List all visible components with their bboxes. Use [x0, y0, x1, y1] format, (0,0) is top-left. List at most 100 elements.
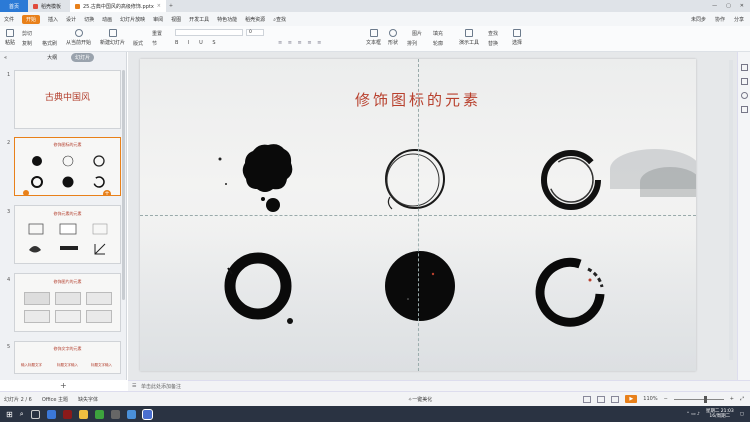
collapse-panel-icon[interactable]: « [4, 55, 7, 61]
slide-thumbnail-5[interactable]: 修饰文字的元素 输入标题文字 标题文字输入 标题文字输入 [14, 341, 121, 374]
ink-dry-ring-icon[interactable] [535, 257, 605, 327]
wechat-icon[interactable] [94, 409, 104, 419]
paragraph-group[interactable]: ≡ ≡ ≡ ≡ ≡ [278, 40, 323, 46]
clock[interactable]: 星期二 21:03 16/周期二 [706, 409, 734, 419]
menu-developer[interactable]: 开发工具 [189, 16, 209, 23]
close-window-icon[interactable]: ✕ [740, 3, 744, 9]
ink-thin-ring-icon[interactable] [385, 149, 445, 210]
tab-document[interactable]: 25.古典中国风的高级修饰.pptx × [70, 0, 166, 12]
windows-start-icon[interactable]: ⊞ [6, 410, 13, 419]
font-name-input[interactable] [175, 29, 243, 36]
collaborate-button[interactable]: 协作 [715, 16, 725, 23]
normal-view-icon[interactable] [583, 395, 592, 403]
zoom-out-icon[interactable]: − [664, 396, 668, 402]
layout-button[interactable]: 版式 [133, 40, 143, 47]
close-icon[interactable]: × [157, 3, 161, 9]
notes-area[interactable]: ☰ 单击此处添加备注 [128, 380, 750, 391]
menu-slideshow[interactable]: 幻灯片放映 [120, 16, 145, 23]
slideshow-play-icon[interactable]: ▶ [625, 395, 638, 403]
menu-design[interactable]: 设计 [66, 16, 76, 23]
find-button[interactable]: 查找 [488, 30, 498, 37]
share-button[interactable]: 分享 [734, 16, 744, 23]
app-icon[interactable] [126, 409, 136, 419]
notification-icon[interactable]: ▢ [740, 412, 744, 417]
menu-insert[interactable]: 插入 [48, 16, 58, 23]
shapes-button[interactable]: 形状 [388, 29, 398, 46]
fill-button[interactable]: 填充 [433, 30, 443, 37]
format-painter-button[interactable]: 格式刷 [42, 40, 57, 47]
sorter-view-icon[interactable] [597, 395, 606, 403]
replace-button[interactable]: 替换 [488, 40, 498, 47]
menu-resources[interactable]: 稻壳资源 [245, 16, 265, 23]
menu-view[interactable]: 视图 [171, 16, 181, 23]
select-button[interactable]: 选择 [512, 29, 522, 46]
tab-home[interactable]: 首页 [0, 0, 28, 12]
tab-outline[interactable]: 大纲 [43, 53, 61, 62]
slide-thumbnail-3[interactable]: 修饰元素的元素 [14, 205, 121, 264]
animation-icon[interactable] [741, 78, 748, 85]
outline-button[interactable]: 轮廓 [433, 40, 443, 47]
menu-home[interactable]: 开始 [22, 14, 41, 24]
folder-icon[interactable] [78, 409, 88, 419]
slide-canvas[interactable]: 修饰图标的元素 [140, 59, 696, 371]
picture-button[interactable]: 图片 [412, 30, 422, 37]
ink-blot-icon[interactable] [218, 144, 293, 212]
arrange-button[interactable]: 排列 [407, 40, 417, 47]
play-from-current-button[interactable]: 从当前开始 [66, 29, 91, 46]
font-style-group[interactable]: B I U S [175, 40, 220, 46]
theme-name[interactable]: Office 主题 [42, 396, 68, 403]
minimize-icon[interactable]: — [712, 3, 717, 9]
cut-button[interactable]: 剪切 [22, 30, 32, 37]
task-view-icon[interactable] [30, 409, 40, 419]
fit-window-icon[interactable]: ⤢ [740, 396, 744, 402]
menu-transition[interactable]: 切换 [84, 16, 94, 23]
reading-view-icon[interactable] [611, 395, 620, 403]
slide-thumbnail-4[interactable]: 修饰图片的元素 [14, 273, 121, 332]
menu-file[interactable]: 文件 [4, 16, 14, 23]
paste-button[interactable]: 粘贴 [5, 29, 15, 46]
menu-search[interactable]: ⌕查找 [273, 16, 286, 23]
transition-icon[interactable] [741, 92, 748, 99]
reset-button[interactable]: 重置 [152, 30, 162, 37]
add-slide-button[interactable]: + [60, 381, 67, 390]
canvas-scrollbar[interactable] [729, 60, 733, 360]
tray-icons[interactable]: ⌃ ▭ ♪ [686, 412, 700, 417]
play-icon[interactable] [23, 190, 29, 195]
sync-status[interactable]: 未同步 [691, 16, 706, 23]
presentation-tools-button[interactable]: 演示工具 [459, 29, 479, 46]
menu-animation[interactable]: 动画 [102, 16, 112, 23]
ink-thick-ring-icon[interactable] [224, 252, 293, 324]
textbox-button[interactable]: 文本框 [366, 29, 381, 46]
menu-features[interactable]: 特色功能 [217, 16, 237, 23]
adobe-icon[interactable] [62, 409, 72, 419]
copy-button[interactable]: 复制 [22, 40, 32, 47]
slide-thumbnail-2[interactable]: 修饰图标的元素 + [14, 137, 121, 196]
zoom-slider-knob[interactable] [703, 395, 707, 403]
ink-brush-ring-icon[interactable] [541, 150, 601, 210]
thumb-subtitle: 输入标题文字 [21, 363, 42, 367]
zoom-level[interactable]: 110% [643, 396, 657, 402]
maximize-icon[interactable]: ▢ [726, 3, 731, 9]
browser-icon[interactable] [46, 409, 56, 419]
thumbnail-scrollbar[interactable] [122, 70, 125, 300]
section-button[interactable]: 节 [152, 40, 157, 47]
missing-fonts[interactable]: 缺失字体 [78, 396, 98, 403]
search-icon[interactable]: ⌕ [20, 410, 24, 419]
menu-review[interactable]: 审阅 [153, 16, 163, 23]
beautify-button[interactable]: ✧一键美化 [408, 396, 432, 403]
tab-template[interactable]: 稻壳模板 [28, 0, 70, 12]
properties-icon[interactable] [741, 64, 748, 71]
zoom-slider[interactable] [673, 395, 724, 403]
settings-icon[interactable] [741, 106, 748, 113]
horizontal-guide[interactable] [140, 215, 696, 216]
tab-slides[interactable]: 幻灯片 [71, 53, 95, 62]
slide-thumbnail-1[interactable]: 古典中国风 [14, 70, 121, 129]
new-slide-button[interactable]: 新建幻灯片 [100, 29, 125, 46]
app-icon[interactable] [110, 409, 120, 419]
add-slide-icon[interactable]: + [103, 190, 111, 195]
new-tab-button[interactable]: + [166, 3, 176, 9]
wps-icon[interactable] [141, 408, 153, 420]
zoom-in-icon[interactable]: + [730, 396, 734, 402]
ink-solid-circle-icon[interactable] [385, 251, 455, 321]
font-size-input[interactable]: 0 [246, 29, 264, 36]
